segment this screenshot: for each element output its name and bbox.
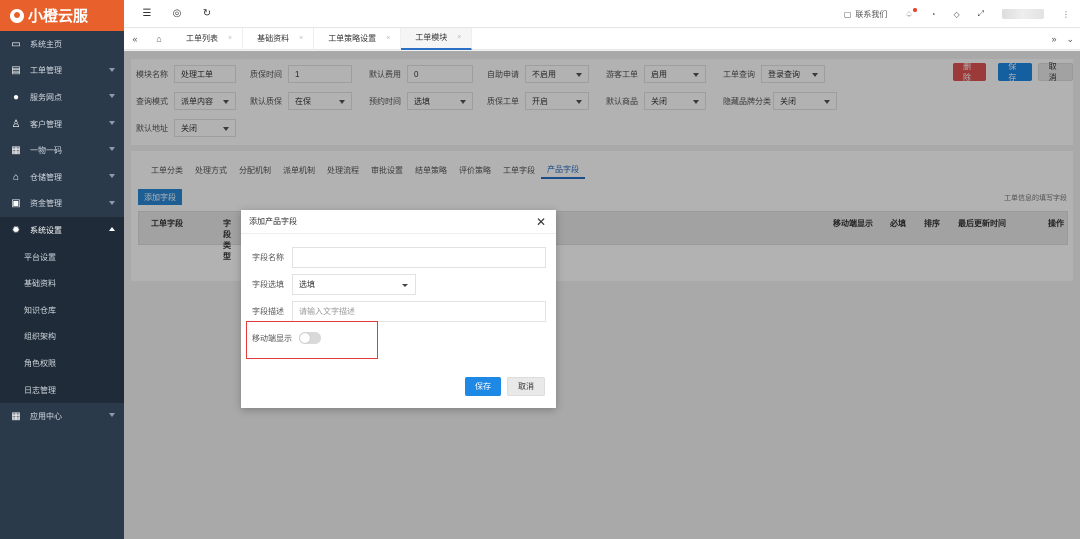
sidebar-item-label: 系统主页 [30,39,62,49]
chevron-down-icon [109,147,115,152]
dialog-save-button[interactable]: 保存 [465,377,501,396]
gear-icon: ✹ [11,224,21,236]
add-product-field-dialog: 添加产品字段 ✕ 字段名称 字段选填 选填 字段描述 请输入文字描述 移动端显示… [241,210,556,408]
close-icon[interactable]: × [228,35,232,42]
globe-icon[interactable]: ◎ [170,8,184,19]
dialog-footer: 保存 取消 [465,377,545,396]
dialog-cancel-button[interactable]: 取消 [507,377,545,396]
chevron-down-icon [109,94,115,99]
tabs-back-icon[interactable]: « [124,34,146,44]
tag-icon[interactable]: ◇ [953,10,959,19]
logo-icon [10,8,24,23]
user-avatar[interactable] [1002,9,1044,19]
tab-label: 工单策略设置 [328,34,377,43]
sidebar-item-label: 服务网点 [30,92,62,102]
chevron-down-icon [109,173,115,178]
field-name-input[interactable] [292,247,546,268]
logo-text: 小橙云服 [28,8,89,25]
refresh-icon[interactable]: ↻ [200,8,214,19]
money-icon: ▣ [11,198,21,210]
sidebar-item-warehouse[interactable]: ⌂ 仓储管理 [0,164,124,191]
location-icon: ● [12,91,20,103]
tab-label: 工单模块 [415,33,448,42]
contact-label: 联系我们 [855,9,888,19]
sidebar-item-code[interactable]: ▦ 一物一码 [0,137,124,164]
submenu-item-logs[interactable]: 日志管理 [0,377,124,404]
monitor-icon: ▭ [11,38,21,50]
tab-ticket-list[interactable]: 工单列表 × [172,27,244,50]
submenu-item-platform[interactable]: 平台设置 [0,244,124,271]
document-icon: ▤ [11,65,21,77]
grid-icon: ▦ [11,411,21,423]
close-icon[interactable]: × [386,35,390,42]
sidebar-item-label: 资金管理 [30,199,62,209]
sidebar-item-label: 应用中心 [30,412,62,422]
fullscreen-icon[interactable]: ⤢ [978,9,984,19]
sidebar-item-finance[interactable]: ▣ 资金管理 [0,191,124,218]
sidebar-item-label: 仓储管理 [30,172,62,182]
chevron-down-icon[interactable]: ⌄ [1066,34,1074,45]
chevron-down-icon [109,413,115,418]
dialog-header: 添加产品字段 ✕ [241,210,556,234]
tabs-forward-icon[interactable]: » [1051,34,1056,44]
caret-down-icon [402,284,408,287]
sidebar-item-label: 系统设置 [30,225,62,235]
bank-icon: ⌂ [12,171,20,183]
submenu-item-knowledge[interactable]: 知识仓库 [0,297,124,324]
tabs-end-controls: » ⌄ [1051,28,1074,50]
highlight-box [246,321,378,359]
bell-icon[interactable]: ♤ [905,7,917,19]
menu-icon[interactable]: ☰ [140,8,154,19]
close-icon[interactable]: × [299,35,303,42]
sidebar-item-service-point[interactable]: ● 服务网点 [0,84,124,111]
chevron-down-icon [109,67,115,72]
submenu-item-roles[interactable]: 角色权限 [0,350,124,377]
chevron-down-icon [109,120,115,125]
chat-icon: ▢ [843,9,852,19]
chevron-down-icon [109,200,115,205]
home-icon[interactable]: ⌂ [146,34,172,44]
sidebar-item-apps[interactable]: ▦ 应用中心 [0,403,124,430]
top-header: ☰ ◎ ↻ ▢ 联系我们 ♤ ◔ ◇ ⤢ ⋮ [124,0,1080,28]
user-icon: ♙ [11,118,21,130]
tab-label: 基础资料 [257,34,290,43]
close-icon[interactable]: × [457,34,461,41]
tab-label: 工单列表 [186,34,218,43]
settings-submenu: 平台设置 基础资料 知识仓库 组织架构 角色权限 日志管理 [0,243,124,404]
skin-icon[interactable]: ◔ [931,10,936,19]
tab-ticket-module[interactable]: 工单模块 × [401,27,473,50]
logo[interactable]: 小橙云服 [0,0,124,31]
field-name-label: 字段名称 [252,253,284,262]
contact-link[interactable]: ▢ 联系我们 [844,9,888,20]
sidebar-item-customer[interactable]: ♙ 客户管理 [0,111,124,138]
close-icon[interactable]: ✕ [536,215,546,229]
sidebar: 小橙云服 ▭ 系统主页 ▤ 工单管理 ● 服务网点 ♙ 客户管理 ▦ 一物一码 … [0,0,124,539]
page-tabs: « ⌂ 工单列表 × 基础资料 × 工单策略设置 × 工单模块 × » ⌄ [124,27,1080,50]
submenu-item-basic[interactable]: 基础资料 [0,270,124,297]
field-option-label: 字段选填 [252,280,284,289]
select-value: 选填 [299,280,315,289]
sidebar-item-home[interactable]: ▭ 系统主页 [0,31,124,58]
tab-basic-data[interactable]: 基础资料 × [243,27,315,50]
sidebar-item-ticket[interactable]: ▤ 工单管理 [0,58,124,85]
sidebar-item-label: 工单管理 [30,66,62,76]
more-icon[interactable]: ⋮ [1062,10,1070,19]
tab-ticket-strategy[interactable]: 工单策略设置 × [314,27,402,50]
field-desc-input[interactable]: 请输入文字描述 [292,301,546,322]
header-right: ▢ 联系我们 ♤ ◔ ◇ ⤢ ⋮ [844,0,1070,28]
grid-icon: ▦ [11,145,21,157]
chevron-up-icon [109,227,115,232]
sidebar-item-label: 客户管理 [30,119,62,129]
sidebar-item-label: 一物一码 [30,146,62,156]
field-option-select[interactable]: 选填 [292,274,416,295]
sidebar-item-settings[interactable]: ✹ 系统设置 [0,217,124,244]
submenu-item-org[interactable]: 组织架构 [0,324,124,351]
field-desc-label: 字段描述 [252,307,284,316]
dialog-title: 添加产品字段 [249,217,297,226]
